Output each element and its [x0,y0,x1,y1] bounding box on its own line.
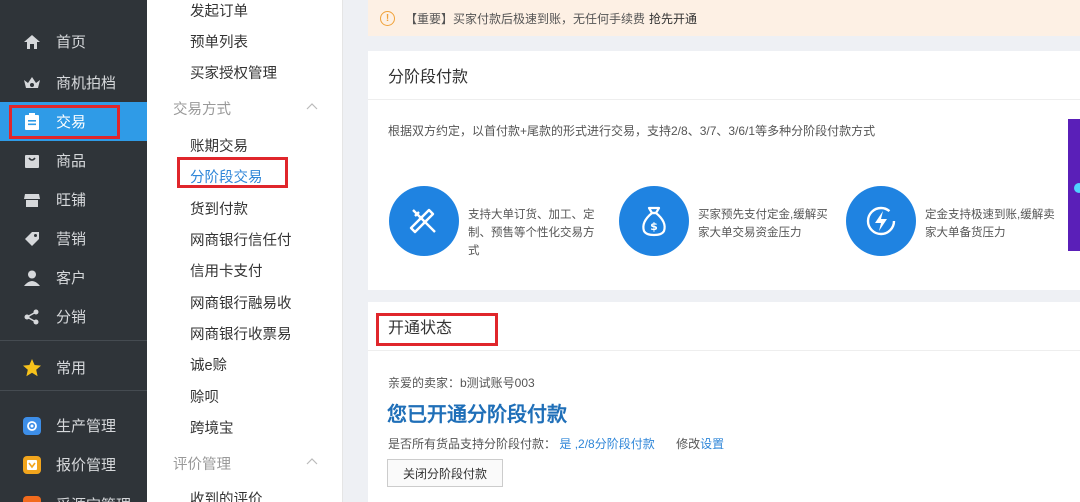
nav-divider [0,340,147,341]
settings-link[interactable]: 设置 [700,437,724,451]
nav-item-production[interactable]: 生产管理 [0,406,147,445]
clipboard-icon [22,112,42,132]
feature-text: 买家预先支付定金,缓解买家大单交易资金压力 [698,209,828,239]
feature-item: 定金支持极速到账,缓解卖家大单备货压力 [846,186,1071,266]
home-icon [22,32,42,52]
close-stage-payment-button[interactable]: 关闭分阶段付款 [387,459,503,487]
submenu-item[interactable]: 发起订单 [190,0,248,21]
nav-item-label: 商机拍档 [56,75,117,92]
modify-label: 修改 [676,437,701,451]
lightning-icon [846,186,916,256]
nav-item-goods[interactable]: 商品 [0,141,147,180]
submenu-item[interactable]: 买家授权管理 [190,62,277,83]
person-icon [22,268,42,288]
money-bag-icon: $ [619,186,689,256]
nav-item-label: 采源宝管理 [56,494,131,502]
status-headline: 您已开通分阶段付款 [387,404,567,426]
nav-item-distribution[interactable]: 分销 [0,297,147,336]
promo-banner[interactable] [1068,119,1080,251]
nav-item-label: 营销 [56,231,87,248]
submenu-item[interactable]: 网商银行信任付 [190,229,292,250]
star-icon [22,358,42,378]
submenu-item[interactable]: 账期交易 [190,135,248,156]
support-value: 是 ,2/8分阶段付款 [559,437,655,451]
submenu-item[interactable]: 诚e赊 [190,354,227,375]
nav-divider [0,390,147,391]
submenu-item[interactable]: 预单列表 [190,31,248,52]
submenu-item-stage-trade[interactable]: 分阶段交易 [190,166,263,187]
notice-text: 【重要】买家付款后极速到账，无任何手续费 [405,11,646,26]
bag-icon [22,151,42,171]
shop-icon [22,190,42,210]
nav-item-label: 常用 [56,360,87,377]
nav-item-partner[interactable]: 商机拍档 [0,63,147,102]
feature-item: $ 买家预先支付定金,缓解买家大单交易资金压力 [619,186,844,266]
status-title: 开通状态 [368,302,1080,351]
nav-item-label: 交易 [56,114,87,131]
banner-dot [1074,183,1080,193]
nav-item-customer[interactable]: 客户 [0,258,147,297]
nav-item-label: 客户 [56,270,87,287]
submenu-group-title[interactable]: 评价管理 [173,453,231,474]
stage-payment-card: 分阶段付款 根据双方约定，以首付款+尾款的形式进行交易，支持2/8、3/7、3/… [368,51,1080,290]
nav-item-label: 旺铺 [56,192,87,209]
info-icon: ! [380,10,395,26]
support-line: 是否所有货品支持分阶段付款： 是 ,2/8分阶段付款 修改设置 [388,435,724,452]
source-icon [22,495,42,502]
support-label: 是否所有货品支持分阶段付款： [388,437,557,451]
submenu-group-title[interactable]: 交易方式 [173,98,231,119]
feature-text: 支持大单订货、加工、定制、预售等个性化交易方式 [468,209,595,257]
notice-link[interactable]: 抢先开通 [649,10,697,27]
status-card: 开通状态 亲爱的卖家：b测试账号003 您已开通分阶段付款 是否所有货品支持分阶… [368,302,1080,502]
trade-submenu: 发起订单 预单列表 买家授权管理 交易方式 账期交易 分阶段交易 货到付款 网商… [147,0,343,502]
submenu-item[interactable]: 信用卡支付 [190,260,263,281]
main-nav: 首页 商机拍档 交易 商品 旺铺 营销 客户 分销 常用 生产管理 报价管理 [0,0,147,502]
nav-item-label: 商品 [56,153,87,170]
nav-item-shop[interactable]: 旺铺 [0,180,147,219]
card-description: 根据双方约定，以首付款+尾款的形式进行交易，支持2/8、3/7、3/6/1等多种… [388,124,876,138]
nav-item-marketing[interactable]: 营销 [0,219,147,258]
chevron-up-icon[interactable] [305,99,319,113]
chevron-up-icon[interactable] [305,454,319,468]
nav-item-label: 生产管理 [56,418,117,435]
nav-item-quote[interactable]: 报价管理 [0,445,147,484]
nav-item-label: 首页 [56,34,87,51]
svg-text:$: $ [650,220,658,233]
nav-item-label: 分销 [56,309,87,326]
submenu-item[interactable]: 货到付款 [190,198,248,219]
submenu-item[interactable]: 收到的评价 [190,488,263,502]
submenu-item[interactable]: 网商银行融易收 [190,292,292,313]
submenu-item[interactable]: 网商银行收票易 [190,323,292,344]
tag-icon [22,229,42,249]
submenu-item[interactable]: 跨境宝 [190,417,234,438]
feature-text: 定金支持极速到账,缓解卖家大单备货压力 [925,209,1055,239]
share-icon [22,307,42,327]
nav-item-trade[interactable]: 交易 [0,102,147,141]
nav-item-source[interactable]: 采源宝管理 [0,485,147,502]
factory-icon [22,416,42,436]
crown-icon [22,73,42,93]
pencil-ruler-icon [389,186,459,256]
seller-greeting: 亲爱的卖家：b测试账号003 [388,376,535,390]
submenu-item[interactable]: 赊呗 [190,386,219,407]
feature-item: 支持大单订货、加工、定制、预售等个性化交易方式 [389,186,614,266]
nav-item-home[interactable]: 首页 [0,22,147,61]
quote-icon [22,455,42,475]
card-title: 分阶段付款 [368,51,1080,100]
nav-item-label: 报价管理 [56,457,117,474]
notice-bar: ! 【重要】买家付款后极速到账，无任何手续费 抢先开通 [368,0,1080,36]
nav-item-favorites[interactable]: 常用 [0,348,147,387]
